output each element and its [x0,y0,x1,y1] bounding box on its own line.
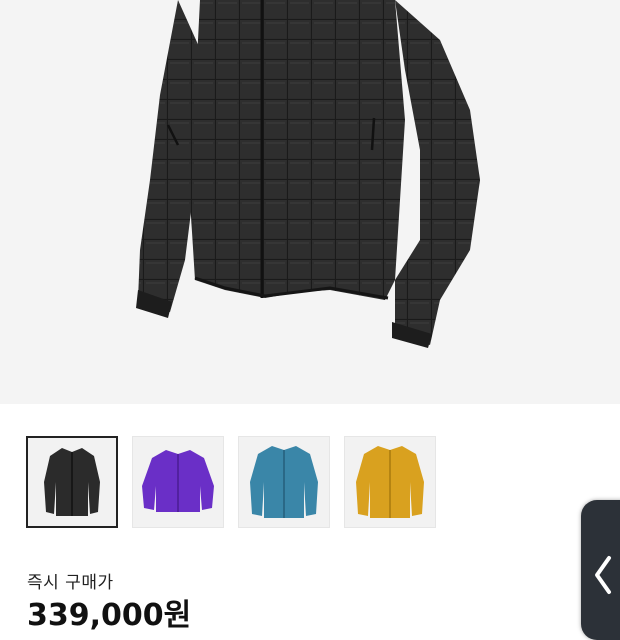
instant-buy-price-label: 즉시 구매가 [27,573,114,593]
product-main-image [0,0,620,404]
jacket-thumbnail-icon [356,446,424,518]
thumbnail-black[interactable] [26,436,118,528]
chevron-left-icon [595,556,611,594]
thumbnail-purple[interactable] [132,436,224,528]
side-panel-handle[interactable] [581,500,620,640]
instant-buy-price: 339,000원 [27,598,192,633]
jacket-thumbnail-icon [250,446,318,518]
jacket-thumbnail-icon [142,450,214,512]
jacket-thumbnail-icon [44,448,100,516]
thumbnail-yellow[interactable] [344,436,436,528]
thumbnail-blue[interactable] [238,436,330,528]
color-thumbnails [26,436,436,528]
jacket-illustration [136,0,480,348]
